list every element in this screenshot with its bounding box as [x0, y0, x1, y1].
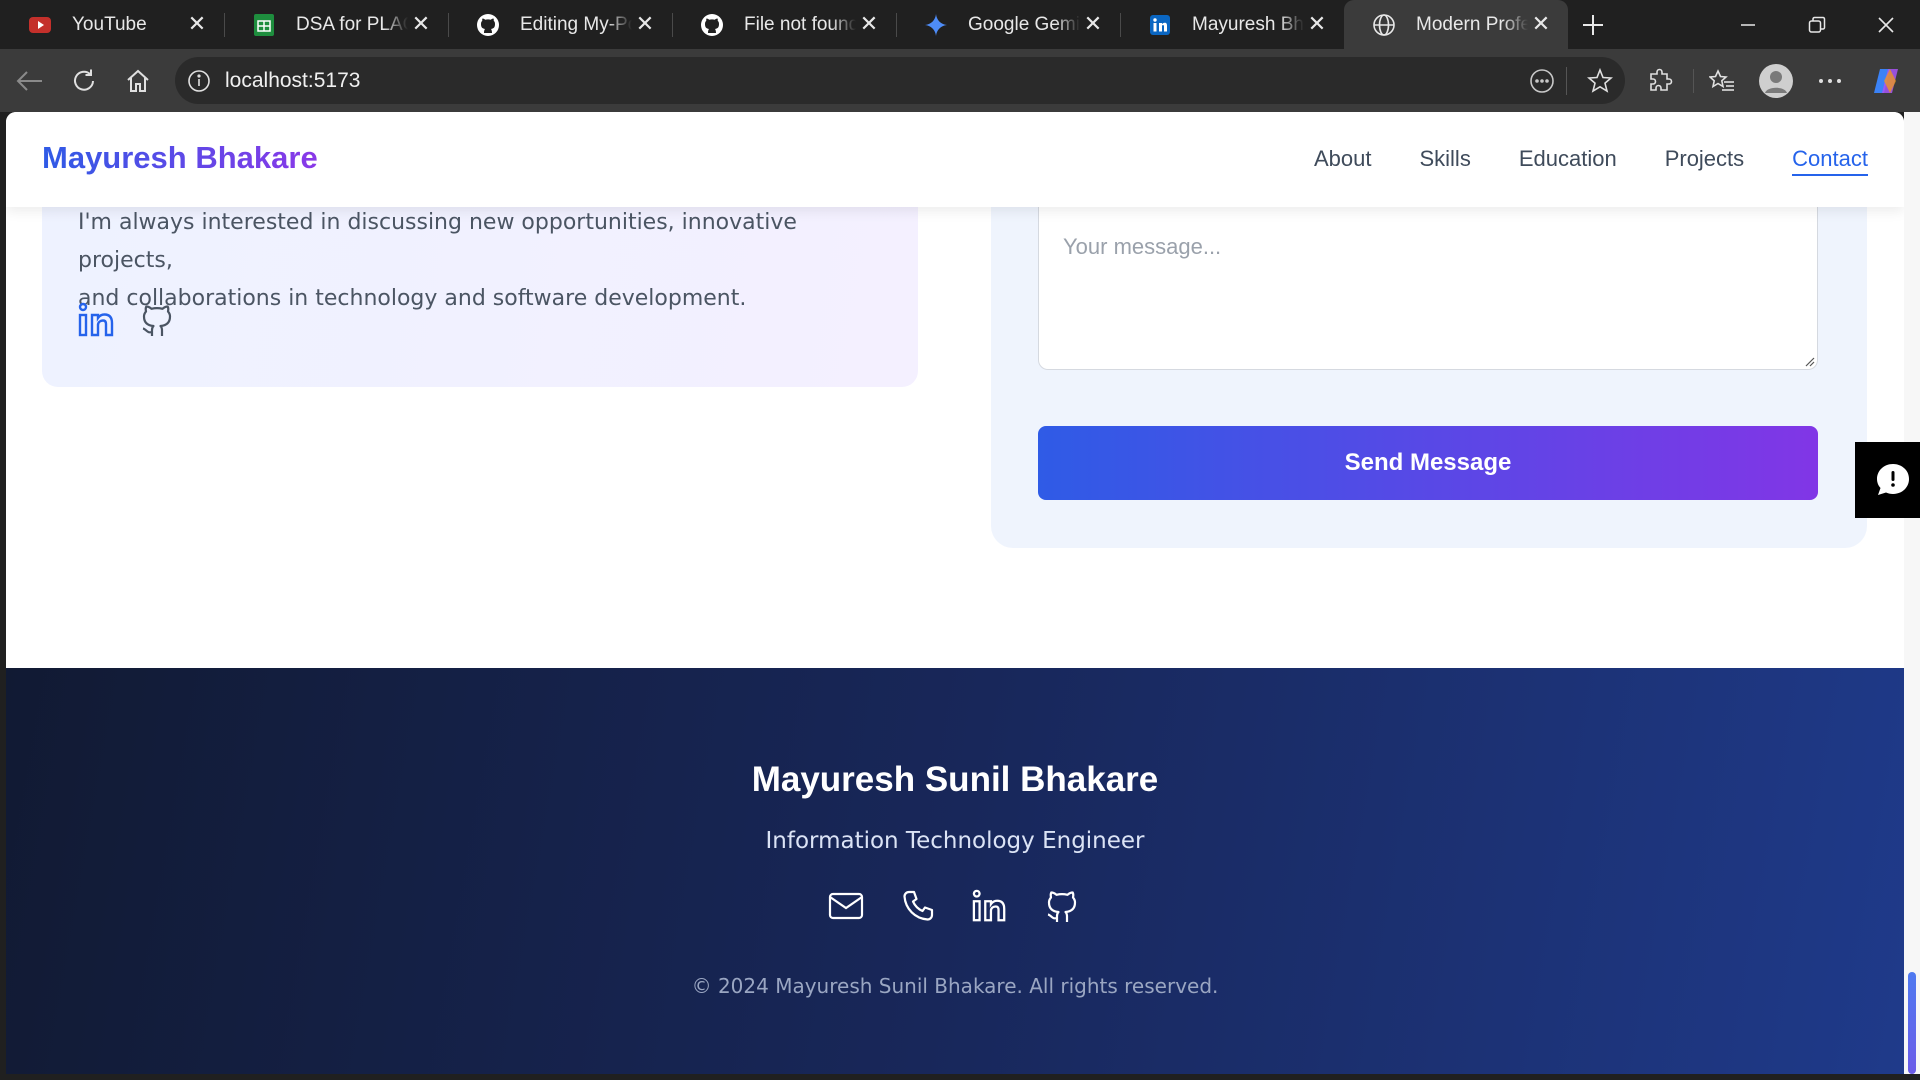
footer-name: Mayuresh Sunil Bhakare — [751, 760, 1159, 799]
message-placeholder: Your message... — [1063, 234, 1222, 259]
tab-youtube[interactable]: YouTube ✕ — [0, 0, 224, 49]
close-tab-icon[interactable]: ✕ — [1304, 12, 1330, 38]
nav-projects[interactable]: Projects — [1665, 146, 1744, 176]
resize-grip-icon[interactable] — [1803, 355, 1815, 367]
restore-icon[interactable] — [1782, 0, 1851, 49]
github-icon — [476, 13, 500, 37]
favorites-list-icon[interactable] — [1702, 61, 1742, 101]
globe-icon — [1372, 13, 1396, 37]
tab-title: Mayuresh Bhakare — [1192, 13, 1304, 35]
message-textarea[interactable]: Your message... — [1038, 202, 1818, 370]
linkedin-icon[interactable] — [972, 888, 1008, 924]
site-footer: Mayuresh Sunil Bhakare Information Techn… — [6, 668, 1904, 1074]
toolbar-divider — [1693, 69, 1694, 93]
mail-icon[interactable] — [828, 888, 864, 924]
tab-github-editing[interactable]: Editing My-Portfolio ✕ — [448, 0, 672, 49]
footer-role: Information Technology Engineer — [765, 828, 1145, 854]
window-bottom-edge — [0, 1074, 1920, 1080]
tab-title: YouTube — [72, 13, 147, 35]
browser-tab-strip: YouTube ✕ DSA for PLACEMENTS ✕ Editing M… — [0, 0, 1920, 49]
browser-toolbar: localhost:5173 — [0, 49, 1920, 112]
phone-icon[interactable] — [900, 888, 936, 924]
tab-title: Modern Professional — [1416, 13, 1528, 35]
tab-title: File not found — [744, 13, 856, 35]
footer-social-links — [828, 888, 1080, 924]
nav-education[interactable]: Education — [1519, 146, 1617, 176]
window-controls — [1713, 0, 1920, 49]
site-brand[interactable]: Mayuresh Bhakare — [42, 140, 318, 176]
github-icon — [700, 13, 724, 37]
minimize-icon[interactable] — [1713, 0, 1782, 49]
tab-file-not-found[interactable]: File not found ✕ — [672, 0, 896, 49]
google-sheets-icon — [252, 13, 276, 37]
site-navbar: Mayuresh Bhakare About Skills Education … — [6, 112, 1904, 207]
tab-linkedin[interactable]: Mayuresh Bhakare ✕ — [1120, 0, 1344, 49]
more-options-icon[interactable] — [1810, 61, 1850, 101]
scrollbar-thumb[interactable] — [1908, 972, 1916, 1074]
tab-title: Google Gemini — [968, 13, 1080, 35]
chat-widget-button[interactable] — [1855, 442, 1920, 518]
send-message-button[interactable]: Send Message — [1038, 426, 1818, 500]
page-scrollbar[interactable] — [1904, 112, 1920, 1074]
reading-options-icon[interactable] — [1529, 68, 1555, 94]
close-tab-icon[interactable]: ✕ — [632, 12, 658, 38]
contact-intro-line-2: and collaborations in technology and sof… — [78, 286, 747, 311]
nav-contact[interactable]: Contact — [1792, 146, 1868, 176]
linkedin-icon[interactable] — [78, 302, 116, 338]
nav-skills[interactable]: Skills — [1419, 146, 1470, 176]
close-tab-icon[interactable]: ✕ — [408, 12, 434, 38]
home-icon[interactable] — [118, 61, 158, 101]
youtube-icon — [28, 13, 52, 37]
reload-icon[interactable] — [64, 61, 104, 101]
omnibox-divider — [1566, 67, 1567, 95]
tab-title: Editing My-Portfolio — [520, 13, 632, 35]
close-tab-icon[interactable]: ✕ — [184, 12, 210, 38]
page-viewport: I'm always interested in discussing new … — [6, 112, 1904, 1074]
tab-dsa-sheet[interactable]: DSA for PLACEMENTS ✕ — [224, 0, 448, 49]
nav-about[interactable]: About — [1314, 146, 1372, 176]
url-text: localhost:5173 — [225, 68, 361, 92]
back-arrow-icon[interactable] — [10, 61, 50, 101]
site-info-icon[interactable] — [187, 69, 211, 93]
favorite-star-icon[interactable] — [1587, 67, 1613, 94]
contact-intro-text: I'm always interested in discussing new … — [78, 204, 898, 318]
close-tab-icon[interactable]: ✕ — [1080, 12, 1106, 38]
extensions-icon[interactable] — [1641, 61, 1681, 101]
address-bar[interactable]: localhost:5173 — [175, 57, 1625, 104]
tab-google-gemini[interactable]: Google Gemini ✕ — [896, 0, 1120, 49]
tab-modern-professional[interactable]: Modern Professional ✕ — [1344, 0, 1568, 49]
close-window-icon[interactable] — [1851, 0, 1920, 49]
close-tab-icon[interactable]: ✕ — [1528, 12, 1554, 38]
contact-social-links — [78, 302, 174, 338]
chat-bubble-icon — [1877, 464, 1909, 495]
nav-links: About Skills Education Projects Contact — [1314, 146, 1868, 176]
tab-title: DSA for PLACEMENTS — [296, 13, 408, 35]
profile-avatar-icon[interactable] — [1756, 61, 1796, 101]
footer-copyright: © 2024 Mayuresh Sunil Bhakare. All right… — [691, 974, 1219, 998]
copilot-icon[interactable] — [1866, 61, 1906, 101]
new-tab-button[interactable] — [1568, 0, 1618, 49]
github-icon[interactable] — [1044, 888, 1080, 924]
gemini-icon — [924, 13, 948, 37]
contact-intro-line-1: I'm always interested in discussing new … — [78, 210, 797, 273]
close-tab-icon[interactable]: ✕ — [856, 12, 882, 38]
github-icon[interactable] — [140, 302, 174, 338]
linkedin-icon — [1148, 13, 1172, 37]
